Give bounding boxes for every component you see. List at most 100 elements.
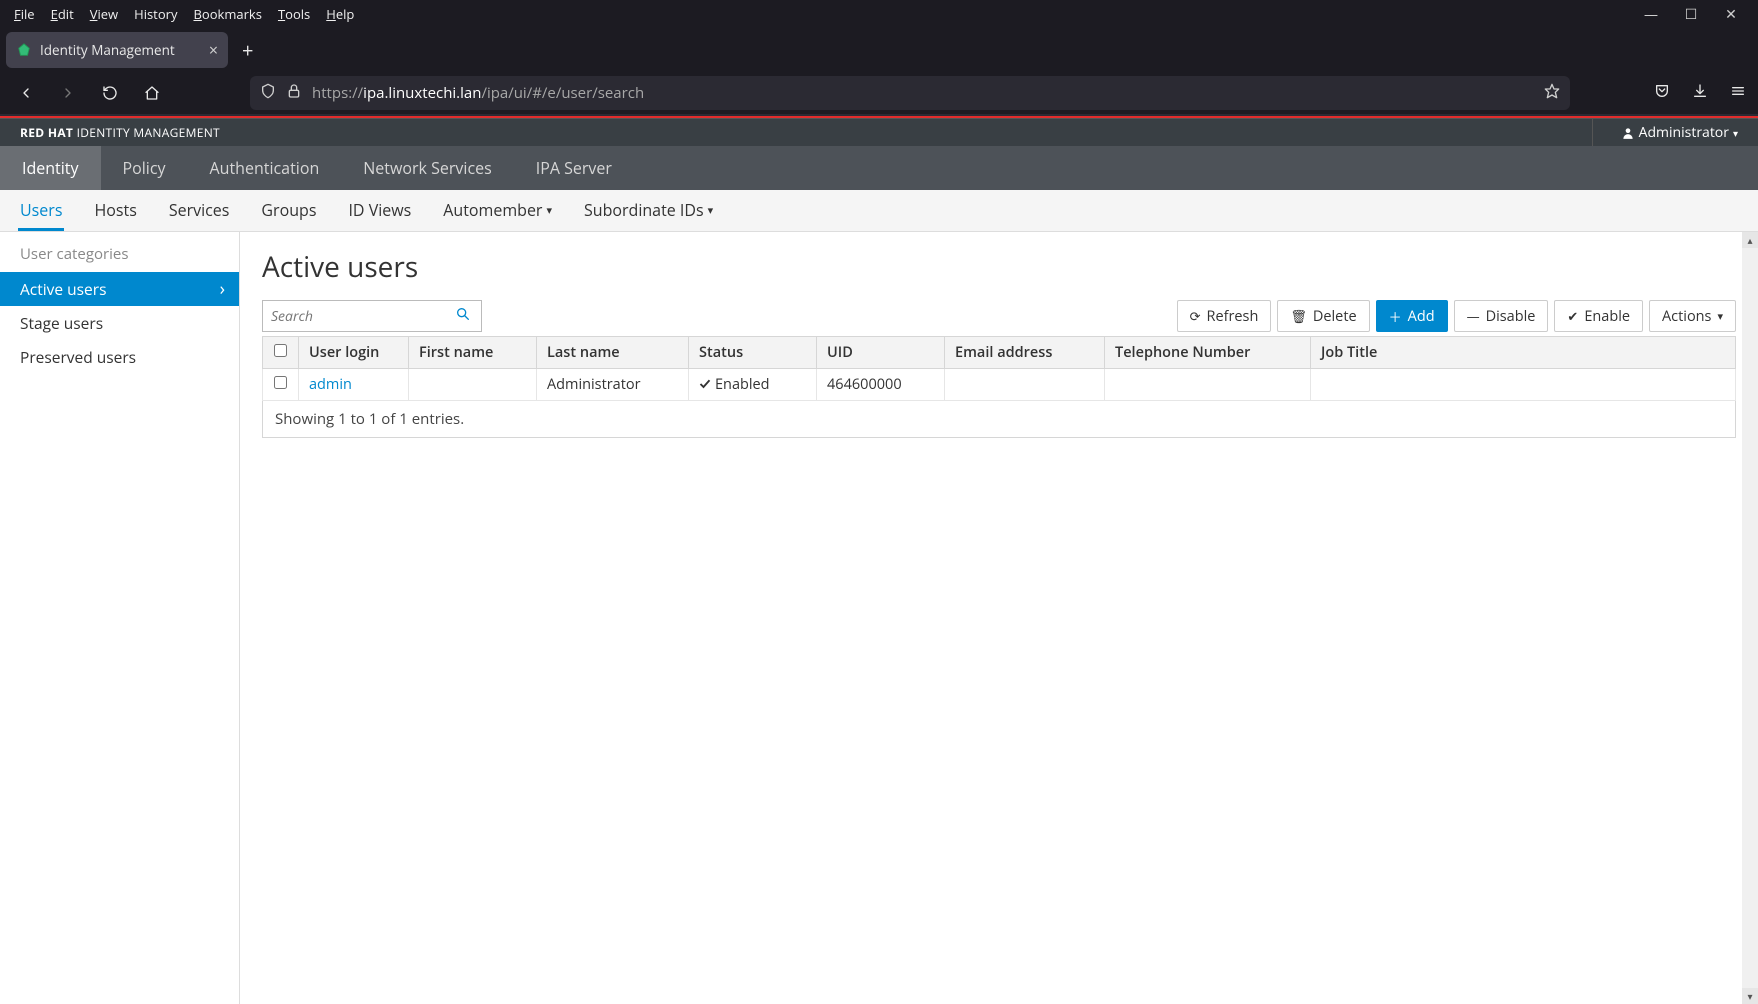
delete-button[interactable]: 🗑Delete	[1277, 300, 1369, 332]
tab-favicon-icon	[16, 42, 32, 58]
toolbar: ⟳Refresh 🗑Delete ＋Add —Disable ✔Enable A…	[262, 300, 1736, 332]
col-uid[interactable]: UID	[817, 337, 945, 369]
menu-help[interactable]: Help	[318, 3, 362, 25]
user-icon	[1621, 126, 1635, 140]
table-row: admin Administrator Enabled 464600000	[263, 369, 1736, 401]
sidebar-category-header: User categories	[0, 232, 239, 272]
actions-dropdown[interactable]: Actions▾	[1649, 300, 1736, 332]
cell-last-name: Administrator	[537, 369, 689, 401]
sidebar-item-active-users[interactable]: Active users	[0, 272, 239, 306]
nav-policy[interactable]: Policy	[101, 146, 188, 190]
menu-file[interactable]: File	[6, 3, 43, 25]
tab-automember[interactable]: Automember▾	[441, 191, 554, 231]
disable-button[interactable]: —Disable	[1454, 300, 1549, 332]
user-login-link[interactable]: admin	[309, 375, 352, 394]
app-header: RED HAT IDENTITY MANAGEMENT Administrato…	[0, 118, 1758, 146]
page-title: Active users	[262, 248, 1736, 286]
tab-id-views[interactable]: ID Views	[346, 191, 413, 231]
col-last-name[interactable]: Last name	[537, 337, 689, 369]
cell-user-login: admin	[299, 369, 409, 401]
browser-tabbar: Identity Management × +	[0, 28, 1758, 72]
col-status[interactable]: Status	[689, 337, 817, 369]
window-close[interactable]: ✕	[1722, 5, 1740, 24]
search-box[interactable]	[262, 300, 446, 332]
nav-network-services[interactable]: Network Services	[341, 146, 513, 190]
table-header-row: User login First name Last name Status U…	[263, 337, 1736, 369]
window-controls: — ☐ ✕	[1642, 5, 1752, 24]
menu-history[interactable]: History	[126, 3, 185, 25]
menu-edit[interactable]: Edit	[43, 3, 82, 25]
tab-subordinate-ids[interactable]: Subordinate IDs▾	[582, 191, 715, 231]
nav-identity[interactable]: Identity	[0, 146, 101, 190]
sidebar: User categories Active users Stage users…	[0, 232, 240, 1004]
trash-icon: 🗑	[1290, 307, 1307, 325]
browser-menubar: File Edit View History Bookmarks Tools H…	[0, 0, 1758, 28]
search-icon	[455, 305, 471, 327]
tab-hosts[interactable]: Hosts	[92, 191, 138, 231]
cell-email	[945, 369, 1105, 401]
col-first-name[interactable]: First name	[409, 337, 537, 369]
minus-icon: —	[1467, 307, 1480, 325]
row-checkbox[interactable]	[274, 376, 287, 389]
select-all-checkbox[interactable]	[274, 344, 287, 357]
action-buttons: ⟳Refresh 🗑Delete ＋Add —Disable ✔Enable A…	[1177, 300, 1736, 332]
refresh-button[interactable]: ⟳Refresh	[1177, 300, 1272, 332]
tab-services[interactable]: Services	[167, 191, 232, 231]
tab-title: Identity Management	[40, 41, 175, 59]
window-minimize[interactable]: —	[1642, 5, 1660, 24]
home-button[interactable]	[138, 79, 166, 107]
chevron-down-icon: ▾	[708, 203, 714, 218]
scroll-up-arrow-icon[interactable]: ▴	[1742, 232, 1758, 248]
tab-groups[interactable]: Groups	[259, 191, 318, 231]
shield-icon	[260, 83, 276, 104]
cell-first-name	[409, 369, 537, 401]
menu-tools[interactable]: Tools	[270, 3, 318, 25]
url-text: https://ipa.linuxtechi.lan/ipa/ui/#/e/us…	[312, 83, 1534, 103]
app-body: User categories Active users Stage users…	[0, 232, 1758, 1004]
tab-users[interactable]: Users	[18, 191, 64, 231]
chevron-down-icon: ▾	[1733, 126, 1738, 140]
window-maximize[interactable]: ☐	[1682, 5, 1700, 24]
menu-bookmarks[interactable]: Bookmarks	[185, 3, 269, 25]
new-tab-button[interactable]: +	[228, 32, 267, 68]
nav-ipa-server[interactable]: IPA Server	[514, 146, 634, 190]
search-input[interactable]	[271, 307, 447, 326]
row-select-cell[interactable]	[263, 369, 299, 401]
navbar-right-icons	[1654, 82, 1746, 104]
hamburger-menu-icon[interactable]	[1730, 82, 1746, 104]
cell-phone	[1105, 369, 1311, 401]
col-user-login[interactable]: User login	[299, 337, 409, 369]
menu-view[interactable]: View	[82, 3, 126, 25]
col-phone[interactable]: Telephone Number	[1105, 337, 1311, 369]
enable-button[interactable]: ✔Enable	[1554, 300, 1643, 332]
scroll-down-arrow-icon[interactable]: ▾	[1742, 988, 1758, 1004]
main-content: Active users ⟳Refresh 🗑Delete ＋Add —Disa…	[240, 232, 1758, 1004]
forward-button[interactable]	[54, 79, 82, 107]
col-job-title[interactable]: Job Title	[1311, 337, 1736, 369]
tab-close-icon[interactable]: ×	[209, 39, 218, 61]
col-email[interactable]: Email address	[945, 337, 1105, 369]
back-button[interactable]	[12, 79, 40, 107]
add-button[interactable]: ＋Add	[1376, 300, 1448, 332]
chevron-down-icon: ▾	[1717, 309, 1723, 324]
nav-authentication[interactable]: Authentication	[188, 146, 342, 190]
search-submit[interactable]	[445, 300, 482, 332]
scrollbar-track[interactable]	[1742, 248, 1758, 988]
select-all-header[interactable]	[263, 337, 299, 369]
plus-icon: ＋	[1389, 307, 1402, 326]
user-menu[interactable]: Administrator ▾	[1592, 119, 1738, 146]
browser-navbar: https://ipa.linuxtechi.lan/ipa/ui/#/e/us…	[0, 72, 1758, 116]
reload-button[interactable]	[96, 79, 124, 107]
check-icon	[699, 378, 711, 390]
cell-status: Enabled	[689, 369, 817, 401]
browser-tab[interactable]: Identity Management ×	[6, 32, 228, 68]
vertical-scrollbar[interactable]: ▴ ▾	[1742, 232, 1758, 1004]
chevron-down-icon: ▾	[546, 203, 552, 218]
url-bar[interactable]: https://ipa.linuxtechi.lan/ipa/ui/#/e/us…	[250, 76, 1570, 110]
users-table: User login First name Last name Status U…	[262, 336, 1736, 401]
sidebar-item-stage-users[interactable]: Stage users	[0, 306, 239, 340]
bookmark-star-icon[interactable]	[1544, 83, 1560, 104]
downloads-icon[interactable]	[1692, 82, 1708, 104]
sidebar-item-preserved-users[interactable]: Preserved users	[0, 340, 239, 374]
pocket-icon[interactable]	[1654, 82, 1670, 104]
